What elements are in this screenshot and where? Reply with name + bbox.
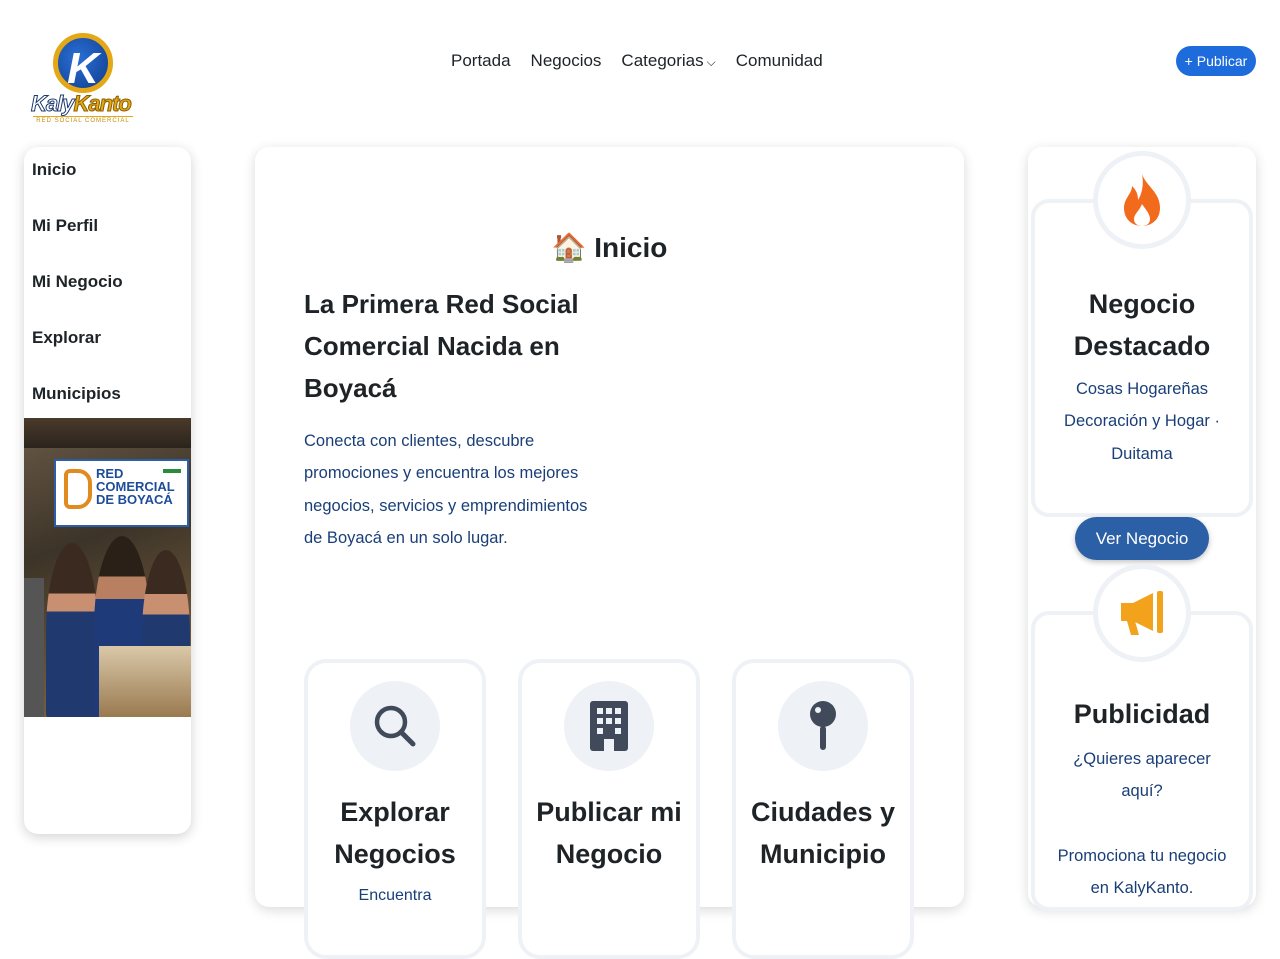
sidebar-item-explorar[interactable]: Explorar bbox=[24, 315, 191, 371]
ads-promo-text: Promociona tu negocio en KalyKanto. bbox=[1057, 847, 1227, 898]
megaphone-icon bbox=[1093, 564, 1191, 662]
feature-description: Encuentra bbox=[358, 887, 432, 904]
flag-icon bbox=[163, 465, 181, 477]
event-banner: RED COMERCIAL DE BOYACÁ bbox=[54, 459, 189, 527]
main-card: 🏠 Inicio La Primera Red Social Comercial… bbox=[255, 147, 964, 959]
featured-title: Negocio Destacado bbox=[1073, 289, 1211, 361]
display-table bbox=[99, 646, 191, 717]
feature-title: Publicar mi Negocio bbox=[536, 797, 682, 869]
sidebar-item-inicio[interactable]: Inicio bbox=[24, 147, 191, 203]
feature-card-publicar[interactable]: Publicar mi Negocio bbox=[518, 659, 700, 959]
nav-categorias[interactable]: Categorias ⌵ bbox=[621, 51, 715, 71]
person-figure bbox=[24, 578, 44, 717]
chevron-down-icon: ⌵ bbox=[706, 55, 716, 69]
ads-title: Publicidad bbox=[1073, 699, 1211, 729]
main-nav: Portada Negocios Categorias ⌵ Comunidad bbox=[451, 51, 823, 71]
person-figure bbox=[46, 543, 98, 717]
fire-icon bbox=[1093, 151, 1191, 249]
nav-negocios[interactable]: Negocios bbox=[531, 51, 602, 71]
publish-button[interactable]: + Publicar bbox=[1176, 46, 1256, 76]
map-pin-icon bbox=[778, 681, 868, 771]
nav-comunidad[interactable]: Comunidad bbox=[736, 51, 823, 71]
red-logo-icon bbox=[64, 469, 92, 509]
sidebar-item-mi-negocio[interactable]: Mi Negocio bbox=[24, 259, 191, 315]
sidebar-item-mi-perfil[interactable]: Mi Perfil bbox=[24, 203, 191, 259]
kalykanto-logo[interactable]: K KalyKanto RED SOCIAL COMERCIAL bbox=[28, 30, 138, 125]
nav-portada[interactable]: Portada bbox=[451, 51, 511, 71]
right-sidebar: Negocio Destacado Cosas Hogareñas Decora… bbox=[1028, 147, 1256, 911]
featured-business-text: Cosas Hogareñas Decoración y Hogar · Dui… bbox=[1064, 380, 1220, 463]
search-icon bbox=[350, 681, 440, 771]
feature-title: Ciudades y Municipio bbox=[750, 797, 896, 869]
feature-card-ciudades[interactable]: Ciudades y Municipio bbox=[732, 659, 914, 959]
building-icon bbox=[564, 681, 654, 771]
hero-title: La Primera Red Social Comercial Nacida e… bbox=[304, 289, 579, 403]
nav-categorias-label: Categorias bbox=[621, 51, 704, 70]
logo-tagline: RED SOCIAL COMERCIAL bbox=[33, 116, 133, 124]
hero-description: Conecta con clientes, descubre promocion… bbox=[304, 432, 588, 548]
logo-word-kanto: Kanto bbox=[73, 91, 132, 117]
logo-word-kaly: Kaly bbox=[30, 91, 75, 117]
promo-photo[interactable]: RED COMERCIAL DE BOYACÁ bbox=[24, 418, 191, 717]
ver-negocio-button[interactable]: Ver Negocio bbox=[1075, 517, 1209, 560]
left-sidebar: Inicio Mi Perfil Mi Negocio Explorar Mun… bbox=[24, 147, 191, 834]
page-title-text: Inicio bbox=[594, 232, 668, 263]
page-title: 🏠 Inicio bbox=[255, 231, 964, 264]
feature-title: Explorar Negocios bbox=[334, 797, 456, 869]
ads-question: ¿Quieres aparecer aquí? bbox=[1073, 750, 1211, 801]
logo-emblem-icon: K bbox=[53, 33, 113, 93]
house-icon: 🏠 bbox=[551, 232, 587, 263]
feature-card-explorar[interactable]: Explorar Negocios Encuentra bbox=[304, 659, 486, 959]
